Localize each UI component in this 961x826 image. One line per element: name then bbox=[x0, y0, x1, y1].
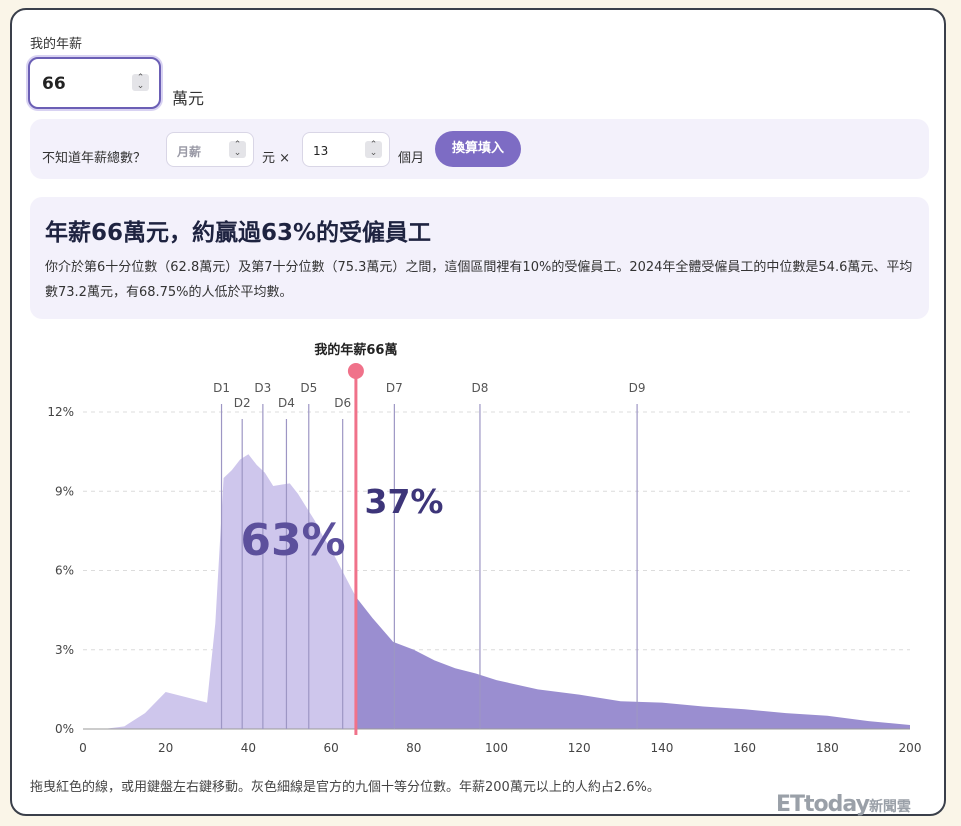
decile-label: D3 bbox=[254, 381, 271, 395]
salary-marker-label: 我的年薪66萬 bbox=[314, 342, 397, 358]
decile-label: D9 bbox=[629, 381, 646, 395]
x-tick-label: 60 bbox=[323, 741, 338, 755]
chart-footnote: 拖曳紅色的線，或用鍵盤左右鍵移動。灰色細線是官方的九個十等分位數。年薪200萬元… bbox=[30, 780, 660, 795]
x-tick-label: 80 bbox=[406, 741, 421, 755]
area-above-salary bbox=[355, 596, 910, 729]
y-tick-label: 12% bbox=[47, 405, 74, 419]
decile-label: D8 bbox=[472, 381, 489, 395]
x-tick-label: 100 bbox=[485, 741, 508, 755]
salary-distribution-chart: 0% 3% 6% 9% 12% D1 D2D3 D4 D5 D6 D7 D8 D9 0 20 40 60 80 10… bbox=[47, 342, 922, 755]
salary-marker-handle[interactable] bbox=[347, 363, 364, 379]
watermark-brand: ETtoday bbox=[776, 792, 870, 817]
x-tick-label: 40 bbox=[241, 741, 256, 755]
y-tick-label: 3% bbox=[55, 643, 74, 657]
decile-label: D5 bbox=[300, 381, 317, 395]
decile-label: D4 bbox=[278, 396, 295, 410]
x-tick-label: 120 bbox=[568, 741, 591, 755]
x-tick-label: 180 bbox=[816, 741, 839, 755]
x-tick-label: 200 bbox=[899, 741, 922, 755]
x-tick-label: 0 bbox=[79, 741, 87, 755]
x-tick-label: 20 bbox=[158, 741, 173, 755]
decile-label: D2 bbox=[234, 396, 251, 410]
ettoday-watermark: ETtoday新聞雲 bbox=[776, 792, 911, 817]
x-tick-label: 160 bbox=[733, 741, 756, 755]
decile-label: D6 bbox=[334, 396, 351, 410]
area-below-salary bbox=[83, 454, 356, 729]
y-tick-label: 9% bbox=[55, 484, 74, 498]
y-tick-label: 6% bbox=[55, 564, 74, 578]
watermark-suffix: 新聞雲 bbox=[868, 799, 911, 815]
left-percentage: 63% bbox=[240, 515, 345, 566]
y-tick-label: 0% bbox=[55, 722, 74, 736]
decile-label: D1 bbox=[213, 381, 230, 395]
right-percentage: 37% bbox=[365, 482, 444, 521]
x-tick-label: 140 bbox=[650, 741, 673, 755]
decile-label: D7 bbox=[386, 381, 403, 395]
